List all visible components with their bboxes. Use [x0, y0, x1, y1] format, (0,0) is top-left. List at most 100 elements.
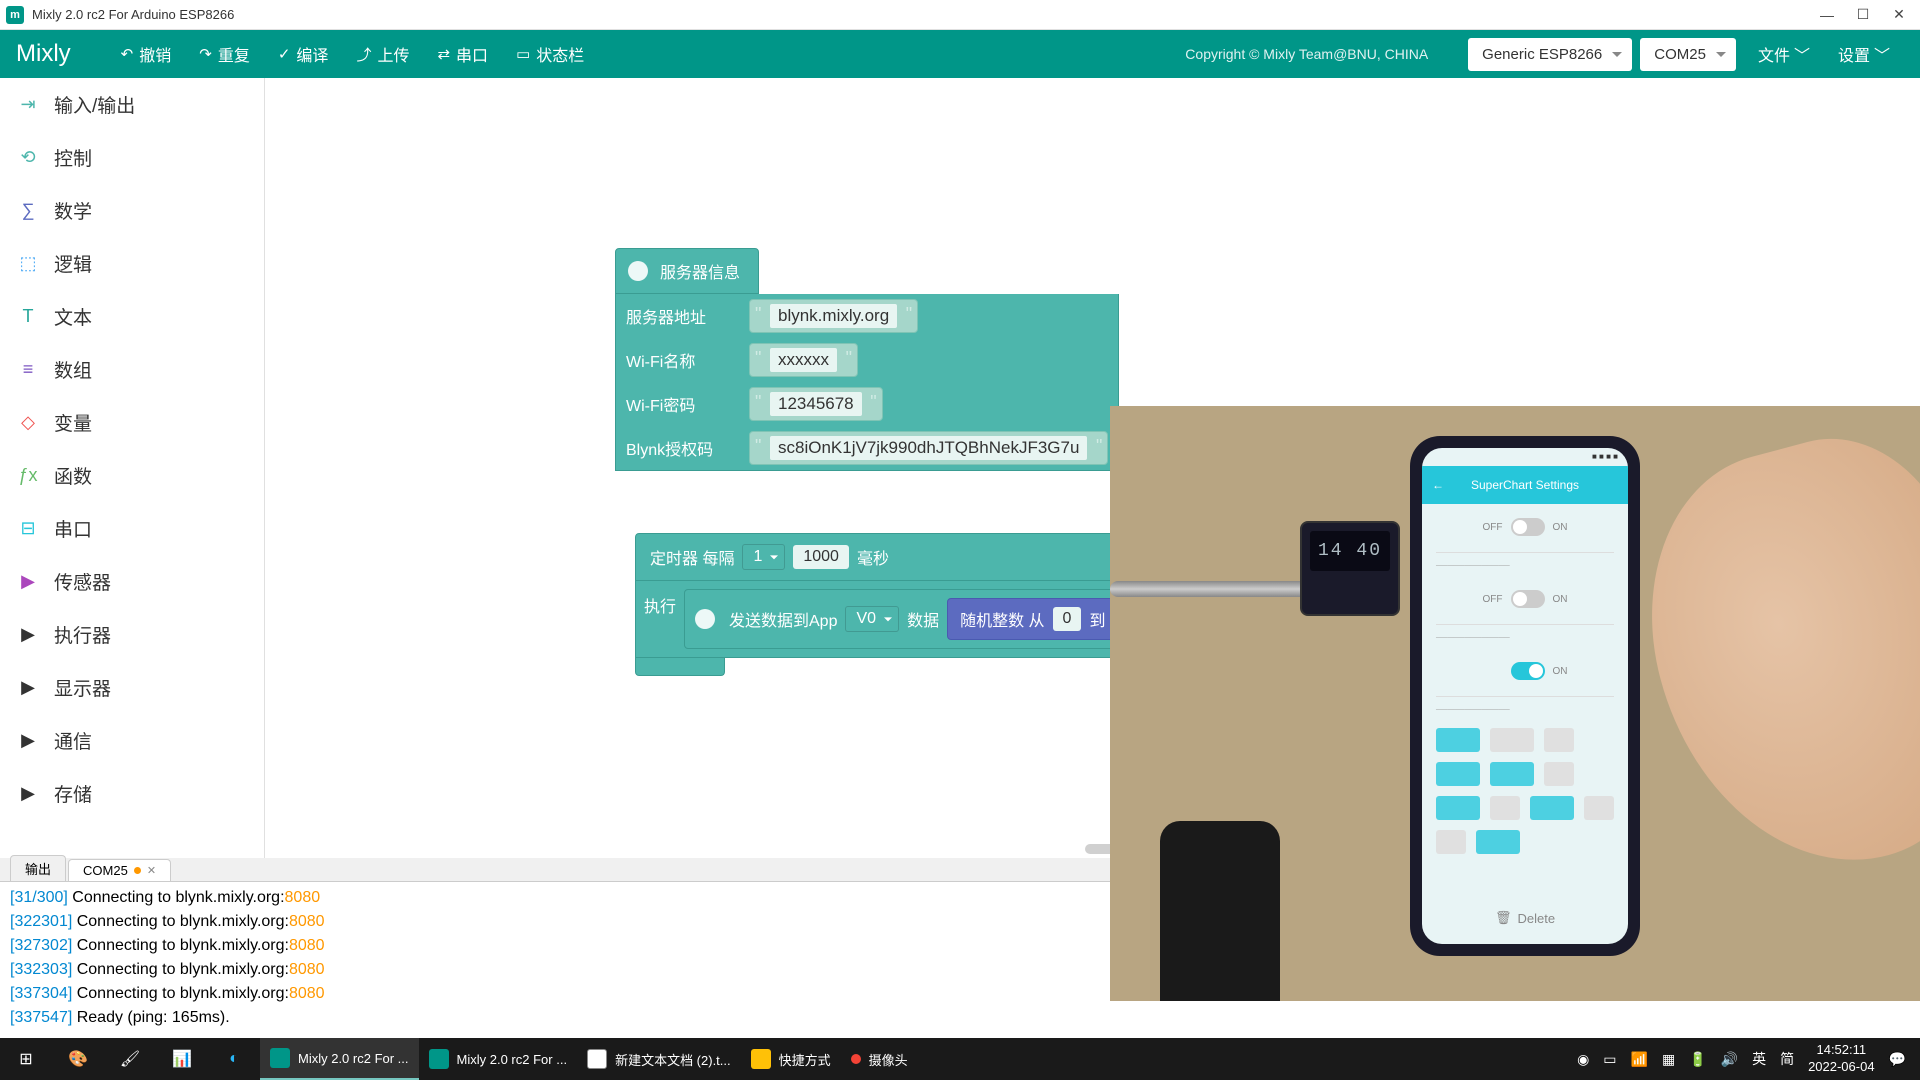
- category-函数[interactable]: ƒx函数: [0, 449, 264, 502]
- minimize-icon[interactable]: —: [1820, 8, 1834, 22]
- redo-button[interactable]: ↷重复: [185, 36, 264, 72]
- taskbar-item[interactable]: 快捷方式: [741, 1038, 841, 1080]
- category-icon: ⊟: [16, 517, 40, 541]
- volume-icon[interactable]: 🔊: [1721, 1051, 1738, 1068]
- main-toolbar: Mixly ↶撤销 ↷重复 ✓编译 ⤴上传 ⇄串口 ▭状态栏 Copyright…: [0, 30, 1920, 78]
- category-通信[interactable]: ▶通信: [0, 714, 264, 767]
- taskbar-clock[interactable]: 14:52:112022-06-04: [1808, 1042, 1875, 1076]
- copyright-text: Copyright © Mixly Team@BNU, CHINA: [1185, 46, 1428, 62]
- field-label: Wi-Fi密码: [626, 392, 741, 416]
- category-icon: ⇥: [16, 93, 40, 117]
- redo-icon: ↷: [199, 45, 212, 63]
- taskbar-app-icon[interactable]: 📊: [156, 1038, 208, 1080]
- category-文本[interactable]: T 文本: [0, 290, 264, 343]
- taskbar-item[interactable]: Mixly 2.0 rc2 For ...: [419, 1038, 578, 1080]
- wifi-icon[interactable]: 📶: [1631, 1051, 1648, 1068]
- toggle-switch: [1511, 590, 1545, 608]
- serial-icon: ⇄: [437, 45, 450, 63]
- string-value-block[interactable]: 12345678: [749, 387, 883, 421]
- category-label: 控制: [54, 144, 92, 171]
- category-icon: ◇: [16, 411, 40, 435]
- phone-toggle-row: OFFON: [1422, 504, 1628, 550]
- string-value-block[interactable]: blynk.mixly.org: [749, 299, 918, 333]
- taskbar-app-icon[interactable]: ◐: [208, 1038, 260, 1080]
- category-label: 文本: [54, 303, 92, 330]
- category-label: 输入/输出: [54, 91, 135, 118]
- block-footer: [635, 658, 725, 676]
- upload-button[interactable]: ⤴上传: [342, 36, 423, 72]
- taskbar-item[interactable]: Mixly 2.0 rc2 For ...: [260, 1038, 419, 1080]
- string-value-block[interactable]: xxxxxx: [749, 343, 858, 377]
- chevron-down-icon: ﹀: [1874, 42, 1890, 66]
- taskbar-app-icon[interactable]: 🖌: [104, 1038, 156, 1080]
- category-label: 传感器: [54, 568, 111, 595]
- notifications-icon[interactable]: 💬: [1889, 1051, 1906, 1068]
- compile-button[interactable]: ✓编译: [264, 36, 343, 72]
- ime-indicator[interactable]: 英: [1752, 1049, 1766, 1069]
- upload-icon: ⤴: [356, 44, 371, 65]
- maximize-icon[interactable]: ☐: [1856, 8, 1870, 22]
- phone-section-label: ─────────────: [1422, 627, 1628, 648]
- category-label: 变量: [54, 409, 92, 436]
- tray-icon[interactable]: ▦: [1662, 1051, 1675, 1068]
- category-sidebar[interactable]: ⇥输入/输出⟲控制∑数学⬚逻辑T文本≡数组◇变量ƒx函数⊟串口▶传感器▶执行器▶…: [0, 78, 265, 858]
- category-icon: ▶: [16, 570, 40, 594]
- category-执行器[interactable]: ▶执行器: [0, 608, 264, 661]
- port-select[interactable]: COM25: [1640, 38, 1736, 71]
- category-数组[interactable]: ≡ 数组: [0, 343, 264, 396]
- category-串口[interactable]: ⊟串口: [0, 502, 264, 555]
- category-icon: ▶: [16, 729, 40, 753]
- category-逻辑[interactable]: ⬚ 逻辑: [0, 237, 264, 290]
- board-select[interactable]: Generic ESP8266: [1468, 38, 1632, 71]
- toggle-switch: [1511, 518, 1545, 536]
- file-menu[interactable]: 文件﹀: [1744, 36, 1824, 72]
- category-变量[interactable]: ◇ 变量: [0, 396, 264, 449]
- category-输入/输出[interactable]: ⇥ 输入/输出: [0, 78, 264, 131]
- string-value-block[interactable]: sc8iOnK1jV7jk990dhJTQBhNekJF3G7u: [749, 431, 1108, 465]
- category-icon: ▶: [16, 623, 40, 647]
- taskbar-item-icon: [751, 1049, 771, 1069]
- category-icon: ⬚: [16, 252, 40, 276]
- tab-output[interactable]: 输出: [10, 855, 66, 881]
- smartphone: ■ ■ ■ ■ ← SuperChart Settings OFFON ────…: [1410, 436, 1640, 956]
- category-label: 逻辑: [54, 250, 92, 277]
- category-存储[interactable]: ▶存储: [0, 767, 264, 820]
- category-控制[interactable]: ⟲控制: [0, 131, 264, 184]
- close-icon[interactable]: ✕: [1892, 8, 1906, 22]
- tray-icon[interactable]: ▭: [1603, 1051, 1616, 1068]
- timer-count-dropdown[interactable]: 1: [742, 544, 785, 570]
- pin-dropdown[interactable]: V0: [845, 606, 899, 632]
- phone-section-label: ─────────────: [1422, 555, 1628, 576]
- taskbar-item[interactable]: 新建文本文档 (2).t...: [577, 1038, 741, 1080]
- category-icon: ƒx: [16, 464, 40, 488]
- category-label: 显示器: [54, 674, 111, 701]
- tab-close-icon[interactable]: ✕: [147, 864, 156, 877]
- battery-icon[interactable]: 🔋: [1689, 1051, 1706, 1068]
- category-数学[interactable]: ∑数学: [0, 184, 264, 237]
- trash-icon: 🗑: [1495, 910, 1512, 926]
- category-label: 数组: [54, 356, 92, 383]
- block-row: Wi-Fi密码 12345678: [616, 382, 1118, 426]
- category-传感器[interactable]: ▶ 传感器: [0, 555, 264, 608]
- taskbar-item[interactable]: 摄像头: [841, 1038, 918, 1080]
- category-icon: T: [16, 305, 40, 329]
- taskbar-item-label: 快捷方式: [779, 1050, 831, 1069]
- serial-button[interactable]: ⇄串口: [423, 36, 502, 72]
- settings-menu[interactable]: 设置﹀: [1824, 36, 1904, 72]
- random-from-input[interactable]: 0: [1053, 607, 1082, 631]
- category-显示器[interactable]: ▶显示器: [0, 661, 264, 714]
- start-button[interactable]: ⊞: [0, 1038, 52, 1080]
- ime-indicator[interactable]: 简: [1780, 1049, 1794, 1069]
- statusbar-button[interactable]: ▭状态栏: [502, 36, 598, 72]
- taskbar-app-icon[interactable]: 🎨: [52, 1038, 104, 1080]
- undo-button[interactable]: ↶撤销: [107, 36, 186, 72]
- tray-icon[interactable]: ◉: [1577, 1051, 1589, 1068]
- server-info-block[interactable]: 服务器信息 服务器地址blynk.mixly.orgWi-Fi名称xxxxxxW…: [615, 248, 1119, 471]
- phone-status-bar: ■ ■ ■ ■: [1592, 452, 1618, 461]
- timer-interval-input[interactable]: 1000: [793, 545, 849, 569]
- window-titlebar: m Mixly 2.0 rc2 For Arduino ESP8266 — ☐ …: [0, 0, 1920, 30]
- camera-feed: 14 40 ■ ■ ■ ■ ← SuperChart Settings OFFO…: [1110, 406, 1920, 1001]
- tab-com25[interactable]: COM25 ✕: [68, 859, 171, 881]
- category-icon: ≡: [16, 358, 40, 382]
- taskbar-item-icon: [851, 1054, 861, 1064]
